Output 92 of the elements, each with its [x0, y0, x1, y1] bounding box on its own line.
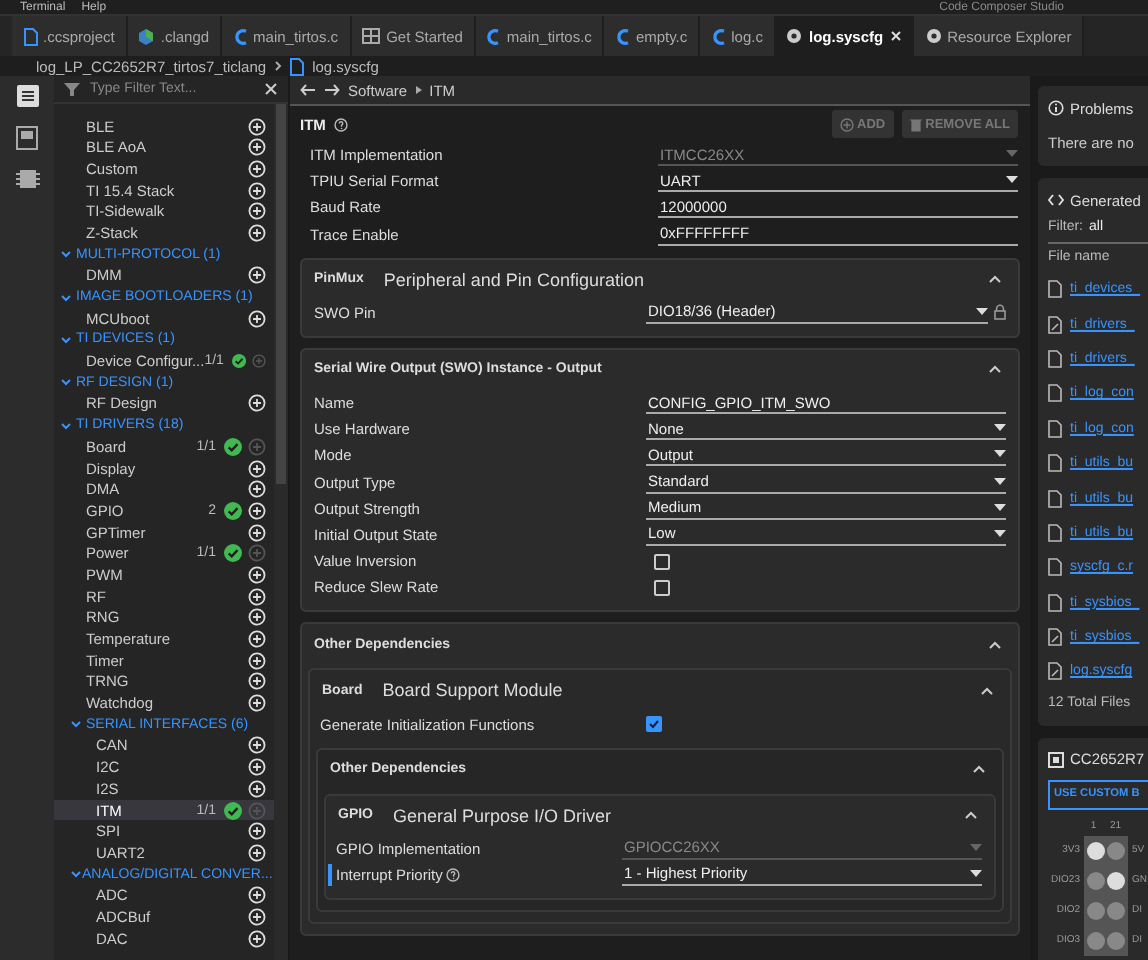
add-icon[interactable]: [248, 223, 266, 242]
caret-down-icon: [1006, 176, 1018, 185]
file-icon: [23, 27, 37, 45]
file-icon: [1048, 280, 1062, 299]
checkbox[interactable]: [646, 716, 662, 733]
filter-icon: [64, 82, 80, 96]
edited-file-icon: [1048, 315, 1062, 334]
add-icon[interactable]: [248, 651, 266, 670]
pin-pair-drawing: [1084, 835, 1128, 866]
board-icon[interactable]: [16, 126, 38, 150]
chevron-down-icon[interactable]: [60, 419, 72, 432]
add-icon[interactable]: [248, 736, 266, 755]
add-icon[interactable]: [248, 480, 266, 499]
clangd-icon: [138, 27, 155, 45]
add-icon[interactable]: [248, 159, 266, 178]
add-icon[interactable]: [248, 587, 266, 606]
chevron-down-icon[interactable]: [70, 718, 82, 731]
c-file-icon: [711, 27, 726, 45]
c-file-icon: [486, 27, 501, 45]
edited-file-icon: [1048, 628, 1062, 647]
chip-icon[interactable]: [15, 168, 39, 190]
caret-down-icon: [994, 529, 1006, 538]
pin-pair-drawing: [1084, 925, 1128, 956]
add-icon[interactable]: [248, 758, 266, 777]
forward-arrow-icon[interactable]: [324, 84, 340, 96]
trash-icon: [909, 117, 922, 131]
close-icon[interactable]: [889, 30, 902, 42]
add-icon[interactable]: [248, 907, 266, 926]
file-icon: [290, 57, 305, 75]
checkbox[interactable]: [654, 553, 670, 570]
caret-down-icon: [1006, 150, 1018, 159]
code-icon: [1048, 194, 1064, 206]
add-icon[interactable]: [248, 181, 266, 200]
chevron-up-icon[interactable]: [964, 810, 978, 821]
chevron-down-icon[interactable]: [60, 248, 72, 261]
chevron-up-icon[interactable]: [972, 764, 986, 775]
chevron-down-icon[interactable]: [60, 333, 72, 346]
add-icon[interactable]: [248, 694, 266, 713]
chevron-down-icon[interactable]: [60, 291, 72, 304]
add-icon[interactable]: [248, 394, 266, 413]
add-icon[interactable]: [248, 672, 266, 691]
list-icon[interactable]: [15, 84, 39, 108]
back-arrow-icon[interactable]: [300, 84, 316, 96]
chevron-up-icon[interactable]: [988, 639, 1002, 650]
add-icon[interactable]: [248, 138, 266, 157]
add-icon[interactable]: [248, 886, 266, 905]
add-icon[interactable]: [248, 523, 266, 542]
help-icon[interactable]: [333, 117, 348, 131]
lock-icon[interactable]: [994, 304, 1006, 321]
add-icon[interactable]: [248, 501, 266, 520]
add-icon[interactable]: [248, 843, 266, 862]
card-title: General Purpose I/O Driver: [393, 805, 612, 826]
chevron-right-icon: [274, 60, 283, 72]
caret-down-icon: [970, 869, 982, 878]
info-icon: [1048, 100, 1064, 116]
c-file-icon: [615, 27, 630, 45]
add-icon[interactable]: [248, 565, 266, 584]
add-icon[interactable]: [248, 822, 266, 841]
add-icon[interactable]: [248, 779, 266, 798]
card-title: Board Support Module: [382, 680, 563, 701]
scrollbar-thumb[interactable]: [276, 104, 286, 484]
chevron-down-icon[interactable]: [70, 868, 82, 881]
grid-icon: [362, 28, 381, 44]
caret-down-icon: [994, 424, 1006, 433]
c-file-icon: [233, 27, 248, 45]
add-icon[interactable]: [248, 630, 266, 649]
chevron-up-icon[interactable]: [988, 364, 1002, 375]
chip-icon: [1048, 751, 1064, 768]
caret-down-icon: [994, 477, 1006, 486]
gear-icon: [786, 28, 803, 44]
caret-down-icon: [970, 843, 982, 852]
gear-icon: [925, 28, 942, 44]
checkbox[interactable]: [654, 579, 670, 596]
add-icon[interactable]: [248, 202, 266, 221]
add-icon[interactable]: [248, 309, 266, 328]
add-icon[interactable]: [248, 117, 266, 136]
edited-file-icon: [1048, 662, 1062, 681]
help-icon[interactable]: [446, 867, 461, 882]
chevron-up-icon[interactable]: [980, 685, 994, 696]
caret-down-icon: [994, 450, 1006, 459]
close-icon[interactable]: [264, 82, 278, 96]
plus-circle-icon: [839, 117, 854, 131]
caret-down-icon: [994, 503, 1006, 512]
chevron-down-icon[interactable]: [60, 376, 72, 389]
add-icon[interactable]: [248, 459, 266, 478]
caret-down-icon: [976, 307, 988, 316]
add-icon[interactable]: [248, 929, 266, 948]
add-icon[interactable]: [248, 266, 266, 285]
chevron-right-icon: [415, 86, 422, 94]
card-title: Peripheral and Pin Configuration: [383, 269, 644, 290]
add-icon[interactable]: [248, 608, 266, 627]
chevron-up-icon[interactable]: [988, 274, 1002, 285]
